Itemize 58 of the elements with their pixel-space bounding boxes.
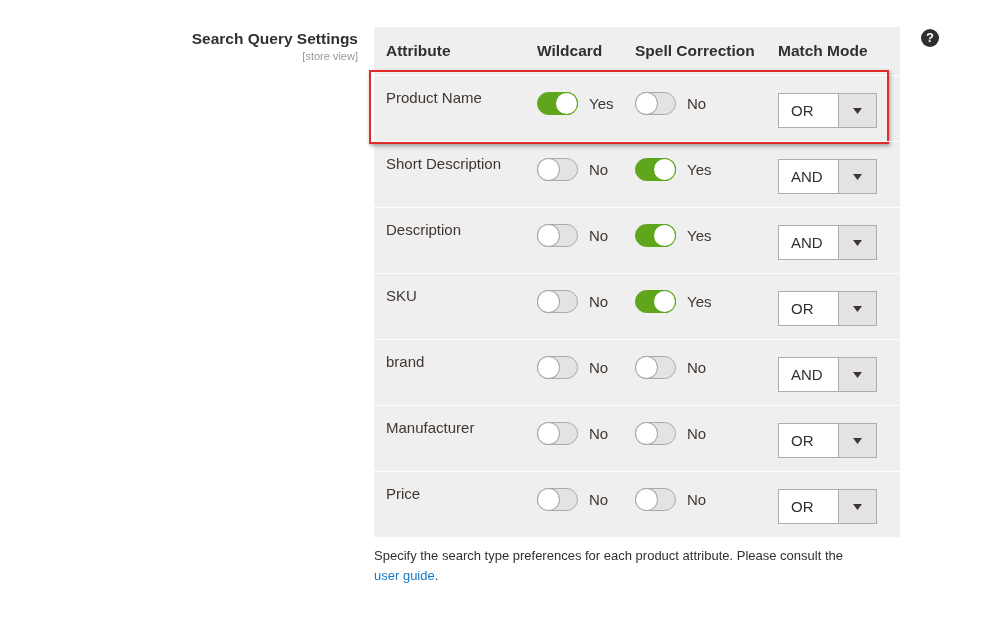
attribute-name: Short Description — [386, 155, 502, 172]
caret-icon — [853, 437, 862, 444]
toggle-label: No — [589, 161, 609, 178]
help-text: Specify the search type preferences for each product attribute. Please consult the user guide. — [374, 547, 844, 585]
toggle-switch[interactable] — [635, 224, 676, 247]
match-mode-select[interactable]: OR — [778, 291, 877, 326]
toggle-switch[interactable] — [537, 488, 578, 511]
caret-icon — [853, 107, 862, 114]
toggle-label: No — [589, 425, 609, 442]
toggle-label: Yes — [687, 293, 712, 310]
caret-icon — [853, 173, 862, 180]
toggle-switch[interactable] — [537, 422, 578, 445]
toggle-switch[interactable] — [635, 488, 676, 511]
attribute-name: Product Name — [386, 89, 482, 106]
match-mode-select[interactable]: OR — [778, 489, 877, 524]
toggle-label: No — [589, 491, 609, 508]
column-header: Wildcard — [537, 42, 604, 60]
user-guide-link[interactable]: user guide — [374, 568, 435, 583]
caret-icon — [853, 371, 862, 378]
section-title: Search Query Settings — [190, 30, 358, 48]
toggle-label: No — [589, 359, 609, 376]
attribute-name: Manufacturer — [386, 419, 475, 436]
match-mode-select[interactable]: AND — [778, 159, 877, 194]
toggle-switch[interactable] — [537, 158, 578, 181]
toggle-switch[interactable] — [537, 92, 578, 115]
caret-icon — [853, 239, 862, 246]
toggle-switch[interactable] — [537, 224, 578, 247]
toggle-label: No — [687, 359, 707, 376]
toggle-switch[interactable] — [635, 92, 676, 115]
toggle-switch[interactable] — [537, 356, 578, 379]
toggle-switch[interactable] — [537, 290, 578, 313]
column-header: Attribute — [386, 42, 452, 60]
caret-icon — [853, 503, 862, 510]
scope-label: [store view] — [301, 50, 358, 62]
column-header: Spell Correction — [635, 42, 756, 60]
toggle-label: No — [687, 425, 707, 442]
attribute-name: SKU — [386, 287, 417, 304]
toggle-label: Yes — [687, 161, 712, 178]
toggle-switch[interactable] — [635, 158, 676, 181]
match-mode-select[interactable]: OR — [778, 93, 877, 128]
column-header: Match Mode — [778, 42, 869, 60]
match-mode-select[interactable]: AND — [778, 225, 877, 260]
match-mode-select[interactable]: AND — [778, 357, 877, 392]
attribute-name: brand — [386, 353, 425, 370]
toggle-label: No — [687, 491, 707, 508]
toggle-label: No — [589, 293, 609, 310]
attribute-name: Price — [386, 485, 421, 502]
help-icon[interactable]: ? — [921, 29, 939, 47]
toggle-switch[interactable] — [635, 356, 676, 379]
toggle-label: No — [589, 227, 609, 244]
attribute-name: Description — [386, 221, 462, 238]
caret-icon — [853, 305, 862, 312]
toggle-label: Yes — [589, 95, 614, 112]
match-mode-select[interactable]: OR — [778, 423, 877, 458]
toggle-label: Yes — [687, 227, 712, 244]
toggle-switch[interactable] — [635, 422, 676, 445]
toggle-switch[interactable] — [635, 290, 676, 313]
toggle-label: No — [687, 95, 707, 112]
